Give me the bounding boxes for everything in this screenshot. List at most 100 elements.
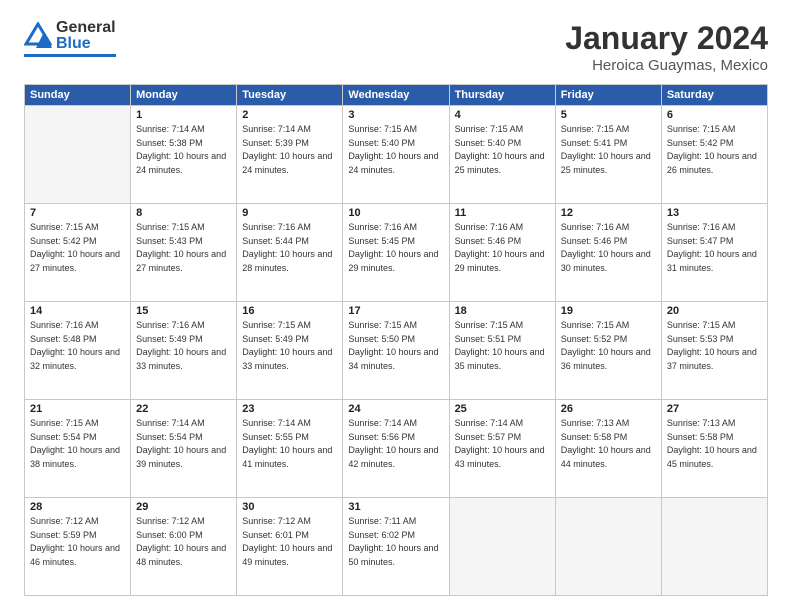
- day-number: 26: [561, 403, 656, 415]
- weekday-header-sunday: Sunday: [25, 85, 131, 106]
- day-number: 14: [30, 305, 125, 317]
- calendar-cell: 27 Sunrise: 7:13 AM Sunset: 5:58 PM Dayli…: [661, 400, 767, 498]
- day-number: 15: [136, 305, 231, 317]
- day-number: 22: [136, 403, 231, 415]
- calendar-cell: [449, 498, 555, 596]
- week-row-2: 7 Sunrise: 7:15 AM Sunset: 5:42 PM Daylig…: [25, 204, 768, 302]
- header-area: General Blue January 2024 Heroica Guayma…: [24, 20, 768, 74]
- sun-info: Sunrise: 7:15 AM Sunset: 5:53 PM Dayligh…: [667, 319, 762, 373]
- sun-info: Sunrise: 7:16 AM Sunset: 5:47 PM Dayligh…: [667, 221, 762, 275]
- sun-info: Sunrise: 7:15 AM Sunset: 5:51 PM Dayligh…: [455, 319, 550, 373]
- day-number: 29: [136, 501, 231, 513]
- week-row-3: 14 Sunrise: 7:16 AM Sunset: 5:48 PM Dayli…: [25, 302, 768, 400]
- calendar-cell: 14 Sunrise: 7:16 AM Sunset: 5:48 PM Dayli…: [25, 302, 131, 400]
- logo-text-block: General Blue: [56, 20, 116, 52]
- sun-info: Sunrise: 7:13 AM Sunset: 5:58 PM Dayligh…: [561, 417, 656, 471]
- sun-info: Sunrise: 7:15 AM Sunset: 5:40 PM Dayligh…: [455, 123, 550, 177]
- sun-info: Sunrise: 7:14 AM Sunset: 5:55 PM Dayligh…: [242, 417, 337, 471]
- sun-info: Sunrise: 7:16 AM Sunset: 5:46 PM Dayligh…: [561, 221, 656, 275]
- day-number: 6: [667, 109, 762, 121]
- weekday-header-wednesday: Wednesday: [343, 85, 449, 106]
- day-number: 27: [667, 403, 762, 415]
- logo-general-text: General: [56, 20, 116, 36]
- logo: General Blue: [24, 20, 116, 57]
- weekday-header-saturday: Saturday: [661, 85, 767, 106]
- calendar-cell: 22 Sunrise: 7:14 AM Sunset: 5:54 PM Dayli…: [131, 400, 237, 498]
- logo-icon: [24, 22, 52, 50]
- sun-info: Sunrise: 7:16 AM Sunset: 5:48 PM Dayligh…: [30, 319, 125, 373]
- sun-info: Sunrise: 7:14 AM Sunset: 5:57 PM Dayligh…: [455, 417, 550, 471]
- sun-info: Sunrise: 7:14 AM Sunset: 5:38 PM Dayligh…: [136, 123, 231, 177]
- calendar-cell: 2 Sunrise: 7:14 AM Sunset: 5:39 PM Daylig…: [237, 106, 343, 204]
- calendar-cell: 19 Sunrise: 7:15 AM Sunset: 5:52 PM Dayli…: [555, 302, 661, 400]
- calendar-cell: 3 Sunrise: 7:15 AM Sunset: 5:40 PM Daylig…: [343, 106, 449, 204]
- sun-info: Sunrise: 7:15 AM Sunset: 5:41 PM Dayligh…: [561, 123, 656, 177]
- day-number: 1: [136, 109, 231, 121]
- sun-info: Sunrise: 7:14 AM Sunset: 5:39 PM Dayligh…: [242, 123, 337, 177]
- sun-info: Sunrise: 7:13 AM Sunset: 5:58 PM Dayligh…: [667, 417, 762, 471]
- sun-info: Sunrise: 7:16 AM Sunset: 5:44 PM Dayligh…: [242, 221, 337, 275]
- calendar-cell: 10Sunrise: 7:16 AM Sunset: 5:45 PM Dayli…: [343, 204, 449, 302]
- calendar-cell: 29 Sunrise: 7:12 AM Sunset: 6:00 PM Dayli…: [131, 498, 237, 596]
- calendar-cell: 15 Sunrise: 7:16 AM Sunset: 5:49 PM Dayli…: [131, 302, 237, 400]
- sun-info: Sunrise: 7:12 AM Sunset: 6:01 PM Dayligh…: [242, 515, 337, 569]
- calendar-cell: 28 Sunrise: 7:12 AM Sunset: 5:59 PM Dayli…: [25, 498, 131, 596]
- calendar-cell: 26 Sunrise: 7:13 AM Sunset: 5:58 PM Dayli…: [555, 400, 661, 498]
- week-row-1: 1 Sunrise: 7:14 AM Sunset: 5:38 PM Daylig…: [25, 106, 768, 204]
- month-title: January 2024: [565, 20, 768, 57]
- calendar-cell: 30Sunrise: 7:12 AM Sunset: 6:01 PM Dayli…: [237, 498, 343, 596]
- calendar-cell: 25 Sunrise: 7:14 AM Sunset: 5:57 PM Dayli…: [449, 400, 555, 498]
- calendar-cell: [25, 106, 131, 204]
- calendar-cell: [661, 498, 767, 596]
- day-number: 7: [30, 207, 125, 219]
- day-number: 23: [242, 403, 337, 415]
- day-number: 21: [30, 403, 125, 415]
- day-number: 28: [30, 501, 125, 513]
- calendar-table: SundayMondayTuesdayWednesdayThursdayFrid…: [24, 84, 768, 596]
- day-number: 2: [242, 109, 337, 121]
- calendar-cell: 24Sunrise: 7:14 AM Sunset: 5:56 PM Dayli…: [343, 400, 449, 498]
- sun-info: Sunrise: 7:15 AM Sunset: 5:54 PM Dayligh…: [30, 417, 125, 471]
- calendar-cell: 11Sunrise: 7:16 AM Sunset: 5:46 PM Dayli…: [449, 204, 555, 302]
- sun-info: Sunrise: 7:14 AM Sunset: 5:54 PM Dayligh…: [136, 417, 231, 471]
- calendar-cell: 12Sunrise: 7:16 AM Sunset: 5:46 PM Dayli…: [555, 204, 661, 302]
- calendar-cell: 20Sunrise: 7:15 AM Sunset: 5:53 PM Dayli…: [661, 302, 767, 400]
- day-number: 3: [348, 109, 443, 121]
- weekday-header-monday: Monday: [131, 85, 237, 106]
- day-number: 16: [242, 305, 337, 317]
- calendar-cell: 17 Sunrise: 7:15 AM Sunset: 5:50 PM Dayli…: [343, 302, 449, 400]
- sun-info: Sunrise: 7:15 AM Sunset: 5:43 PM Dayligh…: [136, 221, 231, 275]
- sun-info: Sunrise: 7:15 AM Sunset: 5:42 PM Dayligh…: [667, 123, 762, 177]
- weekday-header-friday: Friday: [555, 85, 661, 106]
- sun-info: Sunrise: 7:16 AM Sunset: 5:45 PM Dayligh…: [348, 221, 443, 275]
- sun-info: Sunrise: 7:15 AM Sunset: 5:50 PM Dayligh…: [348, 319, 443, 373]
- calendar-cell: 18 Sunrise: 7:15 AM Sunset: 5:51 PM Dayli…: [449, 302, 555, 400]
- location-title: Heroica Guaymas, Mexico: [565, 57, 768, 74]
- calendar-cell: 13Sunrise: 7:16 AM Sunset: 5:47 PM Dayli…: [661, 204, 767, 302]
- sun-info: Sunrise: 7:15 AM Sunset: 5:42 PM Dayligh…: [30, 221, 125, 275]
- sun-info: Sunrise: 7:16 AM Sunset: 5:46 PM Dayligh…: [455, 221, 550, 275]
- calendar-cell: 4Sunrise: 7:15 AM Sunset: 5:40 PM Daylig…: [449, 106, 555, 204]
- sun-info: Sunrise: 7:15 AM Sunset: 5:40 PM Dayligh…: [348, 123, 443, 177]
- calendar-cell: 5 Sunrise: 7:15 AM Sunset: 5:41 PM Daylig…: [555, 106, 661, 204]
- day-number: 17: [348, 305, 443, 317]
- title-area: January 2024 Heroica Guaymas, Mexico: [565, 20, 768, 74]
- calendar-cell: 31 Sunrise: 7:11 AM Sunset: 6:02 PM Dayli…: [343, 498, 449, 596]
- logo-blue-text: Blue: [56, 36, 116, 52]
- sun-info: Sunrise: 7:12 AM Sunset: 6:00 PM Dayligh…: [136, 515, 231, 569]
- calendar-cell: 7 Sunrise: 7:15 AM Sunset: 5:42 PM Daylig…: [25, 204, 131, 302]
- day-number: 5: [561, 109, 656, 121]
- sun-info: Sunrise: 7:11 AM Sunset: 6:02 PM Dayligh…: [348, 515, 443, 569]
- day-number: 9: [242, 207, 337, 219]
- weekday-header-thursday: Thursday: [449, 85, 555, 106]
- day-number: 31: [348, 501, 443, 513]
- sun-info: Sunrise: 7:15 AM Sunset: 5:52 PM Dayligh…: [561, 319, 656, 373]
- sun-info: Sunrise: 7:16 AM Sunset: 5:49 PM Dayligh…: [136, 319, 231, 373]
- sun-info: Sunrise: 7:12 AM Sunset: 5:59 PM Dayligh…: [30, 515, 125, 569]
- day-number: 19: [561, 305, 656, 317]
- calendar-cell: 23 Sunrise: 7:14 AM Sunset: 5:55 PM Dayli…: [237, 400, 343, 498]
- page: General Blue January 2024 Heroica Guayma…: [0, 0, 792, 612]
- day-number: 25: [455, 403, 550, 415]
- calendar-cell: 8Sunrise: 7:15 AM Sunset: 5:43 PM Daylig…: [131, 204, 237, 302]
- day-number: 18: [455, 305, 550, 317]
